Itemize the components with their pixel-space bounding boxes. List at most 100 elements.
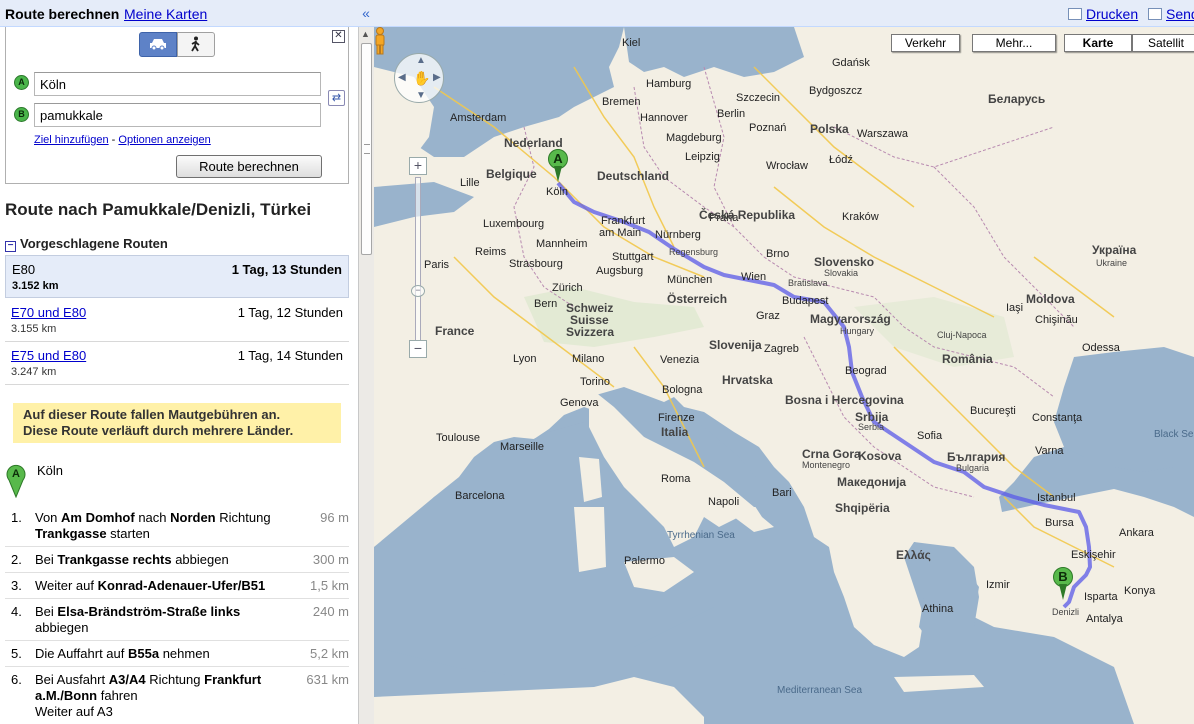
calculate-route-button[interactable]: Route berechnen [176,155,322,178]
map-label: Bydgoszcz [809,85,863,97]
direction-step[interactable]: 2. Bei Trankgasse rechts abbiegen 300 m [5,547,349,573]
map-label: Konya [1124,585,1156,597]
route-option-2[interactable]: E70 und E80 1 Tag, 12 Stunden 3.155 km [5,299,349,342]
map-label: Polska [810,122,849,136]
direction-step[interactable]: 3. Weiter auf Konrad-Adenauer-Ufer/B51 1… [5,573,349,599]
suggested-routes-header[interactable]: − Vorgeschlagene Routen [5,236,168,252]
route-option-3[interactable]: E75 und E80 1 Tag, 14 Stunden 3.247 km [5,342,349,385]
tab-route-planner[interactable]: Route berechnen [5,6,119,22]
car-mode-button[interactable] [139,32,177,57]
direction-step[interactable]: 5. Die Auffahrt auf B55a nehmen 5,2 km [5,641,349,667]
toll-notice: Auf dieser Route fallen Mautgebühren an.… [13,403,341,443]
map-label: Frankfurt [601,215,646,227]
route-title: Route nach Pamukkale/Denizli, Türkei [5,200,312,219]
route-option-distance: 3.152 km [12,280,59,292]
route-option-1[interactable]: E80 1 Tag, 13 Stunden 3.152 km [5,255,349,298]
step-distance: 5,2 km [309,646,349,661]
send-link[interactable]: Senden [1148,6,1194,22]
map-label: Македонија [837,475,907,489]
map-label: Zagreb [764,343,799,355]
map-label: Iaşi [1006,302,1024,314]
map-label: Magyarország [810,312,891,326]
swap-icon[interactable]: ⇄ [328,90,345,106]
map-label: Bologna [662,384,703,396]
map-label: Firenze [658,412,695,424]
map-label: Leipzig [685,151,720,163]
map-label: Stuttgart [612,251,654,263]
map-label: Izmir [986,579,1010,591]
map-label: Berlin [717,108,746,120]
pan-up-icon[interactable]: ▲ [416,55,426,66]
step-text: Weiter auf Konrad-Adenauer-Ufer/B51 [35,578,266,593]
map-label: Magdeburg [666,132,722,144]
traffic-button[interactable]: Verkehr [891,34,960,52]
start-waypoint-label: Köln [37,463,64,478]
map-end-pin-icon[interactable]: B [1053,567,1073,601]
zoom-slider-handle[interactable]: − [411,285,425,297]
map-label: Deutschland [597,169,670,183]
zoom-slider-track[interactable] [415,177,421,347]
map-label: Constanţa [1032,412,1083,424]
step-text: Bei Ausfahrt A3/A4 Richtung Frankfurt a.… [35,672,262,719]
map-label: Montenegro [802,460,851,470]
route-option-distance: 3.155 km [11,323,57,335]
map-label: Hungary [840,326,875,336]
map-label: България [947,450,1006,464]
tab-my-maps[interactable]: Meine Karten [124,6,207,22]
map-label: Isparta [1084,591,1118,603]
map-label: Wien [741,271,767,283]
walk-mode-button[interactable] [177,32,215,57]
map-label: Denizli [1052,607,1080,617]
direction-step[interactable]: 4. Bei Elsa-Brändström-Straße links abbi… [5,599,349,641]
route-option-name[interactable]: E70 und E80 [11,305,86,320]
pegman-icon[interactable] [374,27,386,55]
pan-right-icon[interactable]: ▶ [433,72,441,83]
close-icon[interactable]: ✕ [332,30,345,43]
map-canvas[interactable]: Kiel Gdańsk Hamburg Szczecin Bremen Berl… [374,27,1194,724]
map-label: Ukraine [1096,258,1128,268]
svg-text:A: A [12,468,20,480]
show-options-link[interactable]: Optionen anzeigen [118,134,210,146]
map-label: Україна [1092,243,1137,257]
direction-step[interactable]: 6. Bei Ausfahrt A3/A4 Richtung Frankfurt… [5,667,349,724]
satellite-button[interactable]: Satellit [1132,34,1194,52]
printer-icon [1068,8,1082,20]
collapse-panel-icon[interactable]: « [358,5,374,21]
direction-step[interactable]: 1. Von Am Domhof nach Norden Richtung Tr… [5,505,349,547]
grip-icon [364,144,370,154]
scroll-up-arrow-icon[interactable]: ▲ [361,29,370,39]
route-option-name[interactable]: E75 und E80 [11,348,86,363]
map-label: Athina [922,603,954,615]
map-label: am Main [599,227,642,239]
map-label: Barcelona [455,490,505,502]
map-label: France [435,324,475,338]
route-option-time: 1 Tag, 14 Stunden [237,348,343,363]
panel-scrollbar[interactable]: ▲ [358,27,374,724]
start-address-input[interactable] [34,72,321,96]
map-label: Paris [424,259,450,271]
map-label: Strasbourg [509,258,563,270]
start-waypoint[interactable]: A Köln [5,462,349,500]
envelope-icon [1148,8,1162,20]
end-address-input[interactable] [34,103,321,127]
map-type-button[interactable]: Karte [1064,34,1132,52]
add-destination-link[interactable]: Ziel hinzufügen [34,134,109,146]
map-start-pin-icon[interactable]: A [548,149,568,183]
map-label: Sofia [917,430,943,442]
map-label: Chişinău [1035,314,1078,326]
step-text: Bei Elsa-Brändström-Straße links abbiege… [35,604,241,635]
map-label: Antalya [1086,613,1123,625]
collapse-minus-icon[interactable]: − [5,241,16,252]
zoom-out-button[interactable]: − [409,340,427,358]
pan-down-icon[interactable]: ▼ [416,90,426,101]
map-label: Brno [766,248,790,260]
scrollbar-thumb[interactable] [361,43,372,255]
print-link[interactable]: Drucken [1068,6,1138,22]
pan-control[interactable]: ▲ ▼ ◀ ▶ ✋ [394,53,444,103]
map-label: Roma [661,473,691,485]
pan-left-icon[interactable]: ◀ [398,72,406,83]
more-button[interactable]: Mehr... [972,34,1056,52]
top-bar: Route berechnen Meine Karten « Drucken S… [0,0,1194,27]
map-label: Istanbul [1037,492,1076,504]
zoom-in-button[interactable]: + [409,157,427,175]
